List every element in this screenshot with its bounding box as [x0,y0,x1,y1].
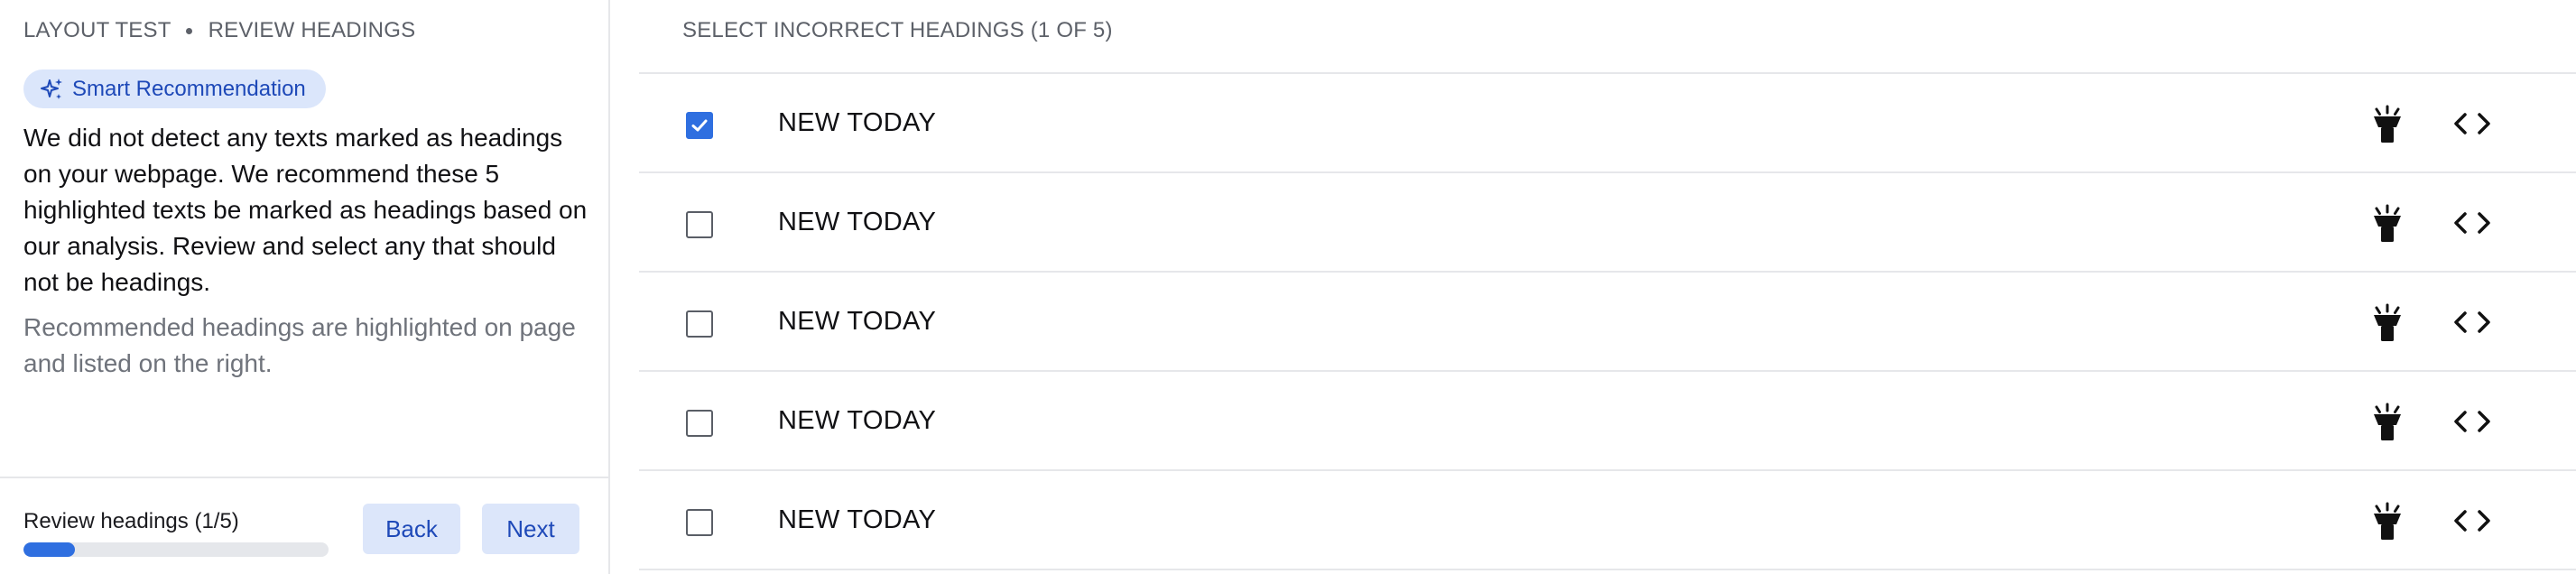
heading-checkbox[interactable] [686,112,713,139]
heading-text: NEW TODAY [778,108,937,137]
flashlight-icon[interactable] [2369,303,2405,343]
back-button[interactable]: Back [363,504,460,554]
list-item: NEW TODAY [639,173,2576,273]
review-headings-app: LAYOUT TEST REVIEW HEADINGS Smart Recomm… [0,0,2576,574]
list-item: NEW TODAY [639,372,2576,471]
smart-recommendation-badge: Smart Recommendation [23,69,326,108]
heading-text: NEW TODAY [778,406,937,435]
list-item: NEW TODAY [639,74,2576,173]
breadcrumb-page: REVIEW HEADINGS [208,18,416,42]
heading-checkbox[interactable] [686,310,713,338]
list-item: NEW TODAY [639,471,2576,570]
panel-footer: Review headings (1/5) Back Next [0,477,608,574]
heading-checkbox[interactable] [686,509,713,536]
progress-bar [23,542,329,557]
code-icon[interactable] [2452,209,2492,236]
recommendation-panel: LAYOUT TEST REVIEW HEADINGS Smart Recomm… [0,0,610,574]
recommendation-hint: Recommended headings are highlighted on … [23,313,576,377]
code-icon[interactable] [2452,408,2492,435]
flashlight-icon[interactable] [2369,204,2405,244]
flashlight-icon[interactable] [2369,403,2405,442]
progress-bar-fill [23,542,76,557]
code-icon[interactable] [2452,507,2492,534]
heading-checkbox[interactable] [686,410,713,437]
breadcrumb-section: LAYOUT TEST [23,18,171,42]
list-header: SELECT INCORRECT HEADINGS (1 OF 5) [682,18,1113,42]
breadcrumb: LAYOUT TEST REVIEW HEADINGS [23,18,415,43]
headings-list: NEW TODAY NEW TODAY NEW TODAY NEW TODAY [639,72,2576,570]
heading-text: NEW TODAY [778,505,937,534]
flashlight-icon[interactable] [2369,105,2405,144]
heading-text: NEW TODAY [778,307,937,336]
breadcrumb-separator [185,27,192,34]
flashlight-icon[interactable] [2369,502,2405,542]
recommendation-description: We did not detect any texts marked as he… [23,124,588,296]
list-item: NEW TODAY [639,273,2576,372]
sparkle-icon [38,76,65,103]
heading-text: NEW TODAY [778,208,937,236]
heading-checkbox[interactable] [686,211,713,238]
next-button[interactable]: Next [482,504,579,554]
badge-label: Smart Recommendation [72,76,306,101]
code-icon[interactable] [2452,110,2492,137]
headings-list-panel: SELECT INCORRECT HEADINGS (1 OF 5) NEW T… [610,0,2576,574]
progress-label: Review headings (1/5) [23,509,239,533]
code-icon[interactable] [2452,309,2492,336]
